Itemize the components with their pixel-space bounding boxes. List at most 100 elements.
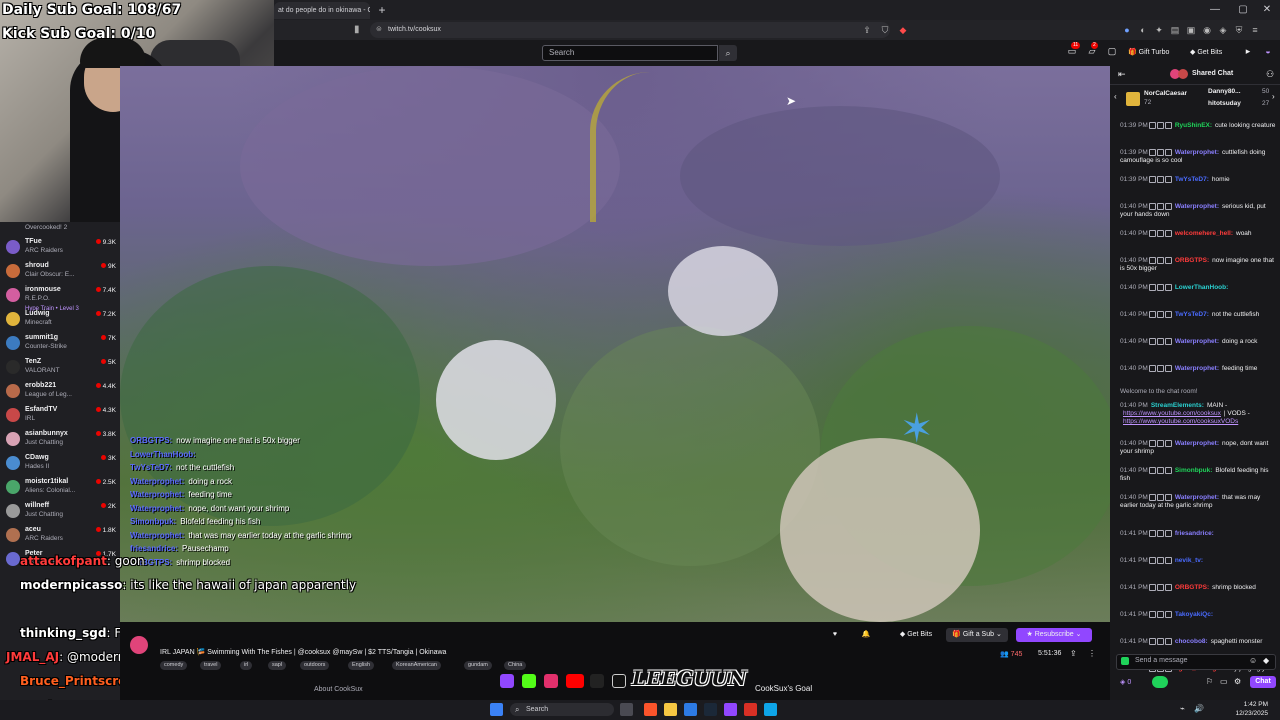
chat-username[interactable]: TakoyakiQc: [1175,611,1213,618]
bookmark-icon[interactable]: ▮ [354,23,366,37]
settings-gear-icon[interactable]: ⚙ [1234,677,1241,686]
stream-tag[interactable]: comedy [160,661,188,670]
chat-username[interactable]: nevik_tv: [1175,557,1203,564]
chat-username[interactable]: RyuShinEX: [1175,122,1212,129]
chat-username[interactable]: TwYsTeD7: [1175,176,1209,183]
brave-browser-icon[interactable] [644,703,657,716]
channel-item[interactable]: TenZ VALORANT 5K [0,356,116,380]
volume-icon[interactable]: 🔊 [1194,704,1204,713]
close-window-button[interactable]: ✕ [1256,2,1278,18]
channel-item[interactable]: willneff Just Chatting 2K [0,500,116,524]
heart-icon[interactable]: ♥ [828,628,842,642]
chat-username[interactable]: LowerThanHoob: [1175,284,1228,291]
emote-picker-icon[interactable]: ☺ [1249,656,1257,665]
windows-start-icon[interactable] [490,703,503,716]
chat-username[interactable]: chocobo8: [1175,638,1208,645]
address-field[interactable]: ⊜ twitch.tv/cooksux [370,22,890,38]
chat-username[interactable]: welcomehere_hell: [1175,230,1233,237]
channel-points[interactable]: ◈ 0 [1120,678,1131,686]
shield-icon[interactable]: ⛨ [1232,23,1246,37]
user-avatar[interactable]: ◒ [1262,45,1274,57]
puzzle-icon[interactable]: ✦ [1152,23,1166,37]
channel-item[interactable]: CDawg Hades II 3K [0,452,116,476]
share-icon[interactable]: ⇪ [1070,649,1077,658]
channel-item[interactable]: TFue ARC Raiders 9.3K [0,236,116,260]
sidebar-icon[interactable]: ▤ [1168,23,1182,37]
chat-username[interactable]: Waterprophet: [1175,203,1219,210]
channel-item[interactable]: ironmouse R.E.P.O. 7.4K [0,284,116,308]
copy-icon[interactable]: ▭ [1220,677,1228,686]
chat-username[interactable]: ORBGTPS: [1175,584,1209,591]
chat-username[interactable]: Waterprophet: [1175,149,1219,156]
chevron-right-icon[interactable]: › [1272,92,1275,101]
site-info-icon[interactable]: ⊜ [376,22,382,38]
gift-turbo-button[interactable]: 🎁 Gift Turbo [1128,46,1169,60]
taskbar-search[interactable]: ⌕ Search [510,703,614,716]
chat-username[interactable]: Waterprophet: [1175,494,1219,501]
collapse-chat-icon[interactable]: ⇤ [1118,69,1126,80]
app-icon[interactable] [764,703,777,716]
inbox-icon[interactable]: ▱ 2 [1086,42,1098,57]
stream-tag[interactable]: outdoors [300,661,330,670]
chat-username[interactable]: friesandrice: [1175,530,1214,537]
vpn-icon[interactable]: ◈ [1216,23,1230,37]
profile-icon[interactable]: ◉ [1200,23,1214,37]
minimize-button[interactable]: — [1204,2,1226,18]
task-view-icon[interactable] [620,703,633,716]
search-icon[interactable]: ⌕ [719,45,737,61]
wallet-icon[interactable]: ▣ [1184,23,1198,37]
more-options-icon[interactable]: ⋮ [1088,649,1096,658]
maximize-button[interactable]: ▢ [1232,2,1254,18]
channel-item[interactable]: asianbunnyx Just Chatting 3.8K [0,428,116,452]
channel-item[interactable]: erobb221 League of Leg... 4.4K [0,380,116,404]
notify-bell-icon[interactable]: 🔔 [856,628,876,642]
twitch-app-icon[interactable] [724,703,737,716]
channel-item[interactable]: aceu ARC Raiders 1.8K [0,524,116,548]
shield-icon[interactable]: ⛉ [878,23,892,37]
extension-icon[interactable]: ● [1120,23,1134,37]
menu-icon[interactable]: ≡ [1248,23,1262,37]
get-bits-button[interactable]: ◆ Get Bits [1190,46,1222,60]
users-icon[interactable]: ⚇ [1266,69,1274,80]
get-bits-button[interactable]: ◆ Get Bits [892,628,940,642]
stream-tag[interactable]: China [504,661,527,670]
chat-link[interactable]: https://www.youtube.com/cooksuxVODs [1123,418,1238,425]
chat-input[interactable]: Send a message ☺ ◆ [1116,654,1276,670]
stream-tag[interactable]: travel [200,661,222,670]
clock-date[interactable]: 12/23/2025 [1218,710,1268,717]
chat-username[interactable]: TwYsTeD7: [1175,311,1209,318]
network-icon[interactable]: ⌁ [1180,704,1185,713]
mail-icon[interactable] [684,703,697,716]
chevron-left-icon[interactable]: ‹ [1114,92,1117,101]
chat-username[interactable]: Waterprophet: [1175,338,1219,345]
browser-tab[interactable]: at do people do in okinawa - Go [274,2,370,19]
channel-item[interactable]: EsfandTV IRL 4.3K [0,404,116,428]
turbo-icon[interactable]: ▸ [1242,45,1254,57]
app-icon[interactable] [744,703,757,716]
resubscribe-button[interactable]: ★ Resubscribe ⌄ [1016,628,1092,642]
extension-icon[interactable]: ◐ [1136,23,1150,37]
chat-username[interactable]: StreamElements: [1151,402,1204,409]
stream-tag[interactable]: irl [240,661,253,670]
chat-username[interactable]: Waterprophet: [1175,440,1219,447]
chat-username[interactable]: Simonbpuk: [1175,467,1213,474]
share-icon[interactable]: ⇪ [860,23,874,37]
stream-tag[interactable]: English [348,661,375,670]
badge-icon[interactable] [1121,657,1129,665]
channel-item[interactable]: moistcr1tikal Aliens: Colonial... 2.5K [0,476,116,500]
chat-username[interactable]: Waterprophet: [1175,365,1219,372]
bits-icon[interactable]: ◆ [1263,656,1269,665]
stream-tag[interactable]: sapl [268,661,287,670]
file-explorer-icon[interactable] [664,703,677,716]
channel-item[interactable]: summit1g Counter-Strike 7K [0,332,116,356]
gift-sub-button[interactable]: 🎁 Gift a Sub ⌄ [946,628,1008,642]
notifications-icon[interactable]: ▭ 11 [1066,42,1081,57]
extension-icon[interactable]: ◆ [896,23,910,37]
chat-link[interactable]: https://www.youtube.com/cooksux [1123,410,1221,417]
video-player[interactable]: ✶ ➤ ORBGTPS: now imagine one that is 50x … [120,66,1110,622]
clock-time[interactable]: 1:42 PM [1218,701,1268,708]
new-tab-button[interactable]: + [374,2,390,18]
stream-tag[interactable]: gundam [464,661,492,670]
claim-points-button[interactable] [1152,676,1168,688]
pin-icon[interactable]: ⚐ [1206,677,1213,686]
